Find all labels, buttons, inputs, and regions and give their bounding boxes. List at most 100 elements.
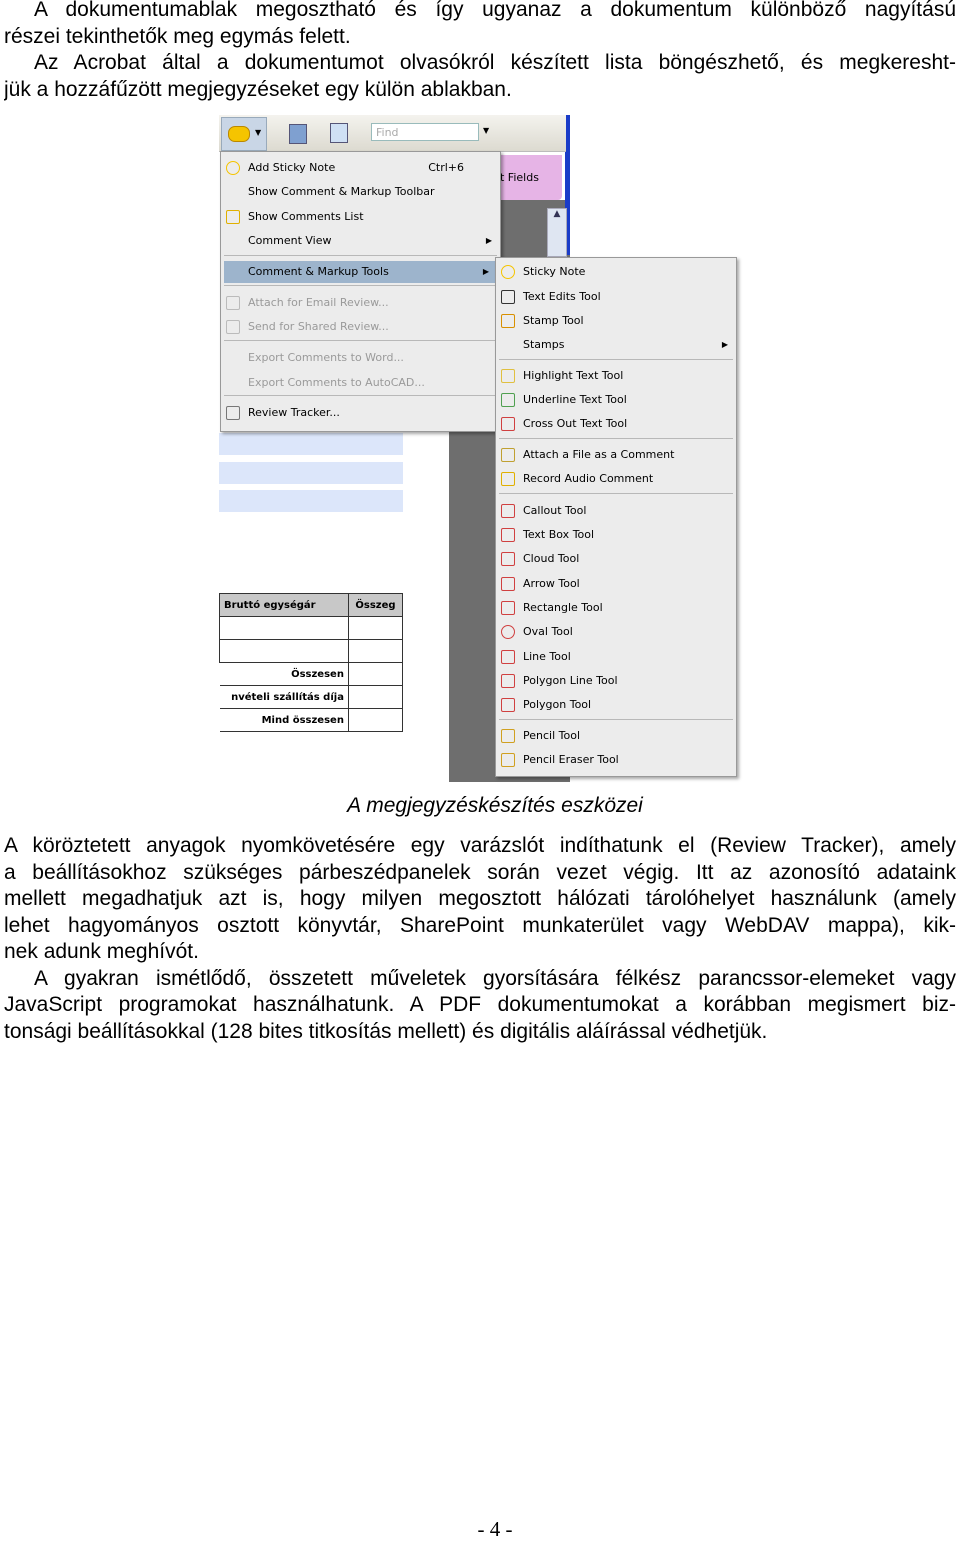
comments-list-icon (226, 210, 240, 224)
submenu-arrow-icon: ▶ (721, 340, 728, 349)
menu-item-polygon-line-tool[interactable]: Polygon Line Tool (496, 670, 736, 692)
menu-item-highlight-text-tool[interactable]: Highlight Text Tool (496, 365, 736, 387)
menu-item-underline-text-tool[interactable]: Underline Text Tool (496, 389, 736, 411)
oval-icon (501, 625, 515, 639)
text-box-icon (501, 528, 515, 542)
menu-item-label: Comment View (248, 234, 332, 247)
callout-icon (501, 504, 515, 518)
menu-separator (499, 438, 733, 439)
menu-item-label: Send for Shared Review... (248, 320, 389, 333)
scroll-up-icon[interactable]: ▲ (548, 209, 566, 219)
menu-item-label: Stamp Tool (523, 314, 584, 327)
text-line: A köröztetett anyagok nyomkövetésére egy… (4, 834, 956, 857)
menu-item-arrow-tool[interactable]: Arrow Tool (496, 573, 736, 595)
fields-tab[interactable]: t Fields (500, 155, 562, 200)
fit-width-icon[interactable] (289, 124, 307, 144)
menu-item-show-comments-list[interactable]: Show Comments List (221, 206, 500, 228)
table-cell: nvételi szállítás díja (219, 685, 349, 709)
menu-item-sticky-note[interactable]: Sticky Note (496, 261, 736, 283)
highlight-icon (501, 369, 515, 383)
menu-item-label: Stamps (523, 338, 565, 351)
pencil-eraser-icon (501, 753, 515, 767)
menu-item-label: Review Tracker... (248, 406, 340, 419)
arrow-icon (501, 577, 515, 591)
fit-page-icon[interactable] (330, 123, 348, 143)
speaker-icon (501, 472, 515, 486)
menu-item-text-edits-tool[interactable]: Text Edits Tool (496, 286, 736, 308)
menu-separator (224, 285, 497, 286)
menu-separator (224, 340, 497, 341)
menu-item-label: Record Audio Comment (523, 472, 654, 485)
menu-item-attach-a-file-as-a-comment[interactable]: Attach a File as a Comment (496, 444, 736, 466)
table-header: Összeg (347, 593, 404, 617)
find-input[interactable]: Find (371, 123, 479, 141)
find-dropdown-icon[interactable]: ▼ (483, 126, 489, 135)
text-line: JavaScript programokat használhatunk. A … (4, 993, 956, 1016)
text-line: A dokumentumablak megosztható és így ugy… (34, 0, 956, 21)
menu-item-label: Export Comments to AutoCAD... (248, 376, 425, 389)
table-header: Bruttó egységár (219, 593, 349, 617)
form-field[interactable] (219, 462, 403, 484)
form-field[interactable] (219, 490, 403, 512)
menu-item-record-audio-comment[interactable]: Record Audio Comment (496, 468, 736, 490)
menu-item-label: Pencil Eraser Tool (523, 753, 619, 766)
menu-item-send-for-shared-review[interactable]: Send for Shared Review... (221, 316, 500, 338)
pencil-icon (501, 729, 515, 743)
stamp-icon (501, 314, 515, 328)
menu-item-cross-out-text-tool[interactable]: Cross Out Text Tool (496, 413, 736, 435)
text-line: Az Acrobat által a dokumentumot olvasókr… (34, 51, 956, 74)
rectangle-icon (501, 601, 515, 615)
scrollbar[interactable]: ▲ (547, 208, 567, 257)
menu-item-label: Callout Tool (523, 504, 587, 517)
menu-item-label: Cloud Tool (523, 552, 580, 565)
menu-item-label: Rectangle Tool (523, 601, 603, 614)
menu-item-label: Arrow Tool (523, 577, 580, 590)
menu-item-show-comment-markup-toolbar[interactable]: Show Comment & Markup Toolbar (221, 181, 500, 203)
cross-out-icon (501, 417, 515, 431)
menu-item-oval-tool[interactable]: Oval Tool (496, 621, 736, 643)
menu-item-text-box-tool[interactable]: Text Box Tool (496, 524, 736, 546)
menu-item-rectangle-tool[interactable]: Rectangle Tool (496, 597, 736, 619)
menu-item-attach-for-email-review[interactable]: Attach for Email Review... (221, 292, 500, 314)
polygon-icon (501, 698, 515, 712)
text-line: a beállításokhoz szükséges párbeszédpane… (4, 860, 956, 884)
text-line: mellett megadhatjuk azt is, hogy milyen … (4, 887, 956, 910)
comment-markup-tools-submenu: Sticky Note Text Edits Tool Stamp Tool Stam… (495, 257, 737, 777)
review-tracker-icon (226, 406, 240, 420)
menu-item-label: Cross Out Text Tool (523, 417, 628, 430)
menu-item-pencil-eraser-tool[interactable]: Pencil Eraser Tool (496, 749, 736, 771)
cloud-icon (501, 552, 515, 566)
menu-item-cloud-tool[interactable]: Cloud Tool (496, 548, 736, 570)
toolbar: ▼ Find ▼ (219, 115, 566, 152)
paperclip-icon (501, 448, 515, 462)
menu-item-callout-tool[interactable]: Callout Tool (496, 500, 736, 522)
shared-review-icon (226, 320, 240, 334)
underline-icon (501, 393, 515, 407)
menu-item-label: Sticky Note (523, 265, 586, 278)
menu-item-label: Polygon Tool (523, 698, 592, 711)
comment-button[interactable]: ▼ (221, 117, 267, 151)
menu-item-label: Underline Text Tool (523, 393, 627, 406)
menu-item-stamps[interactable]: Stamps ▶ (496, 334, 736, 356)
text-edits-icon (501, 290, 515, 304)
menu-item-export-comments-to-autocad[interactable]: Export Comments to AutoCAD... (221, 372, 500, 394)
text-line: tonsági beállításokkal (128 bites titkos… (4, 1019, 768, 1043)
menu-separator (499, 359, 733, 360)
menu-item-comment-markup-tools[interactable]: Comment & Markup Tools ▶ (224, 261, 497, 283)
comment-bubble-icon (228, 126, 250, 142)
menu-item-export-comments-to-word[interactable]: Export Comments to Word... (221, 347, 500, 369)
menu-item-add-sticky-note[interactable]: Add Sticky Note Ctrl+6 (221, 157, 500, 179)
shortcut-label: Ctrl+6 (428, 161, 464, 174)
menu-item-label: Line Tool (523, 650, 571, 663)
menu-item-polygon-tool[interactable]: Polygon Tool (496, 694, 736, 716)
menu-item-comment-view[interactable]: Comment View ▶ (221, 230, 500, 252)
acrobat-screenshot: t Fields ▲ Bruttó egységár Összeg Összese… (219, 115, 742, 782)
menu-item-line-tool[interactable]: Line Tool (496, 646, 736, 668)
menu-item-stamp-tool[interactable]: Stamp Tool (496, 310, 736, 332)
menu-item-review-tracker[interactable]: Review Tracker... (221, 402, 500, 424)
menu-item-label: Export Comments to Word... (248, 351, 404, 364)
menu-item-pencil-tool[interactable]: Pencil Tool (496, 725, 736, 747)
menu-item-label: Comment & Markup Tools (248, 265, 389, 278)
menu-item-label: Show Comments List (248, 210, 364, 223)
form-field[interactable] (219, 433, 403, 455)
